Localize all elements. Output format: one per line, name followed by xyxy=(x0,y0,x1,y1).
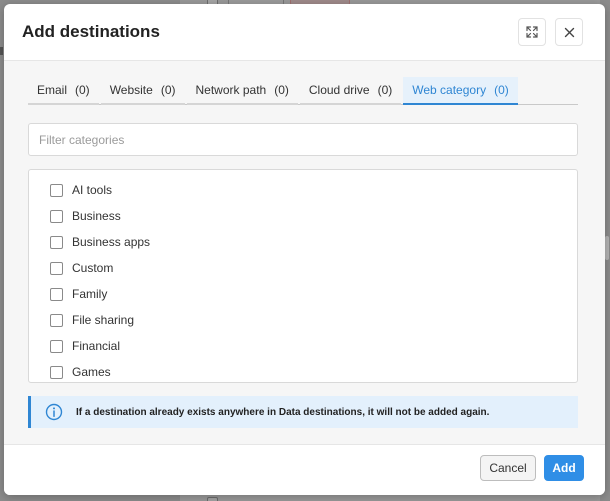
tab-count: (0) xyxy=(274,83,289,97)
list-item[interactable]: File sharing xyxy=(29,307,577,333)
tab-count: (0) xyxy=(494,83,509,97)
category-label: AI tools xyxy=(72,183,113,197)
tab-label: Web category xyxy=(412,83,487,97)
close-icon xyxy=(564,27,574,37)
category-checkbox[interactable] xyxy=(50,365,63,379)
tab-network-path[interactable]: Network path (0) xyxy=(186,77,298,105)
category-checkbox[interactable] xyxy=(50,183,63,197)
category-label: File sharing xyxy=(72,313,135,327)
cancel-button[interactable]: Cancel xyxy=(480,455,536,481)
dialog-footer: Cancel Add xyxy=(4,444,605,495)
expand-arrows-icon xyxy=(526,26,538,38)
close-button[interactable] xyxy=(555,18,583,46)
filter-categories-input[interactable] xyxy=(28,123,578,156)
category-label: Business apps xyxy=(72,235,151,249)
tab-label: Network path xyxy=(195,83,267,97)
category-checkbox[interactable] xyxy=(50,313,63,327)
category-label: Financial xyxy=(72,339,121,353)
list-item[interactable]: AI tools xyxy=(29,177,577,203)
add-button[interactable]: Add xyxy=(544,455,584,481)
tab-website[interactable]: Website (0) xyxy=(100,77,185,105)
dialog-header: Add destinations xyxy=(4,4,605,60)
list-item[interactable]: Financial xyxy=(29,333,577,359)
category-label: Business xyxy=(72,209,121,223)
tab-count: (0) xyxy=(377,83,393,97)
list-item[interactable]: Games xyxy=(29,359,577,382)
tab-count: (0) xyxy=(160,83,176,97)
info-text: If a destination already exists anywhere… xyxy=(76,406,490,418)
tab-label: Email xyxy=(37,83,68,97)
expand-button[interactable] xyxy=(518,18,546,46)
list-item[interactable]: Custom xyxy=(29,255,577,281)
category-list[interactable]: AI tools Business Business apps Custom F… xyxy=(28,169,578,383)
category-checkbox[interactable] xyxy=(50,261,63,275)
destination-tabs: Email (0) Website (0) Network path (0) C… xyxy=(28,77,578,105)
tab-email[interactable]: Email (0) xyxy=(28,77,99,105)
category-label: Custom xyxy=(72,261,114,275)
category-checkbox[interactable] xyxy=(50,339,63,353)
tab-label: Website xyxy=(109,83,153,97)
category-label: Games xyxy=(72,365,111,379)
background-checkbox xyxy=(207,497,218,501)
list-item[interactable]: Family xyxy=(29,281,577,307)
right-resize-handle xyxy=(605,236,609,260)
tab-cloud-drive[interactable]: Cloud drive (0) xyxy=(299,77,402,105)
info-circle-icon xyxy=(45,403,63,421)
dialog-title: Add destinations xyxy=(22,22,160,41)
category-checkbox[interactable] xyxy=(50,235,63,249)
tab-count: (0) xyxy=(75,83,90,97)
background-fragment xyxy=(0,47,3,55)
category-checkbox[interactable] xyxy=(50,287,63,301)
dialog-body: Email (0) Website (0) Network path (0) C… xyxy=(4,60,605,444)
background-row xyxy=(180,494,600,501)
add-destinations-dialog: Add destinations Email (0) Website (0) N… xyxy=(4,4,605,495)
info-banner: If a destination already exists anywhere… xyxy=(28,396,578,428)
list-item[interactable]: Business xyxy=(29,203,577,229)
list-item[interactable]: Business apps xyxy=(29,229,577,255)
category-label: Family xyxy=(72,287,108,301)
category-checkbox[interactable] xyxy=(50,209,63,223)
tab-web-category[interactable]: Web category (0) xyxy=(403,77,518,105)
tab-label: Cloud drive xyxy=(308,83,370,97)
